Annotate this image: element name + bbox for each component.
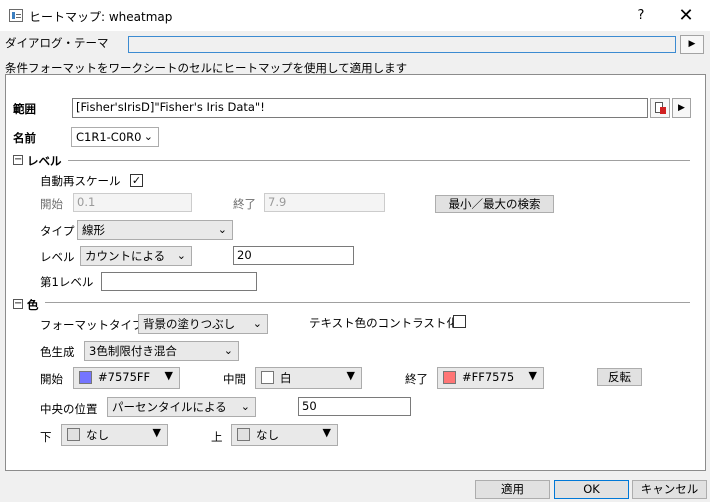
dialog-theme-input[interactable] — [128, 36, 676, 53]
triangle-right-icon: ▶ — [688, 39, 696, 49]
first-level-input[interactable] — [101, 272, 257, 291]
color-generation-combo[interactable]: 3色制限付き混合 ⌄ — [84, 341, 239, 361]
type-combo[interactable]: 線形 ⌄ — [77, 220, 233, 240]
chevron-down-icon: ⌄ — [176, 249, 186, 262]
levels-collapse-icon[interactable]: − — [13, 155, 23, 165]
dialog-theme-label: ダイアログ・テーマ — [5, 36, 109, 50]
triangle-right-icon: ▶ — [678, 103, 685, 113]
find-min-max-button[interactable]: 最小／最大の検索 — [435, 195, 554, 213]
start-color-value: #7575FF — [98, 370, 151, 384]
theme-menu-button[interactable]: ▶ — [680, 35, 704, 54]
window-title: ヒートマップ: wheatmap — [29, 10, 173, 24]
level-end-input[interactable]: 7.9 — [264, 193, 385, 212]
start-color-swatch — [79, 371, 92, 384]
color-mid-label: 中間 — [223, 372, 246, 386]
level-end-label: 終了 — [233, 197, 256, 211]
color-divider — [45, 302, 690, 303]
end-color-combo[interactable]: #FF7575 ▼ — [437, 367, 544, 389]
text-contrast-label: テキスト色のコントラスト化 — [309, 316, 458, 330]
chevron-down-icon: ⌄ — [240, 400, 250, 413]
close-button[interactable]: ✕ — [671, 4, 701, 28]
level-count-input[interactable]: 20 — [233, 246, 354, 265]
above-color-swatch — [237, 428, 250, 441]
above-color-value: なし — [256, 428, 279, 442]
mid-color-combo[interactable]: 白 ▼ — [255, 367, 362, 389]
color-collapse-icon[interactable]: − — [13, 299, 23, 309]
center-mode-value: パーセンタイルによる — [112, 400, 227, 414]
below-color-swatch — [67, 428, 80, 441]
name-value: C1R1-C0R0 — [76, 130, 142, 144]
mid-color-value: 白 — [280, 371, 292, 385]
caret-down-icon: ▼ — [322, 426, 331, 439]
start-color-combo[interactable]: #7575FF ▼ — [73, 367, 180, 389]
chevron-down-icon: ⌄ — [252, 317, 262, 330]
format-type-value: 背景の塗りつぶし — [143, 317, 236, 331]
format-type-combo[interactable]: 背景の塗りつぶし ⌄ — [138, 314, 268, 334]
below-color-value: なし — [86, 428, 109, 442]
first-level-label: 第1レベル — [40, 275, 94, 289]
level-start-label: 開始 — [40, 197, 63, 211]
end-color-value: #FF7575 — [462, 370, 515, 384]
name-combo[interactable]: C1R1-C0R0 ⌄ — [71, 127, 159, 147]
auto-rescale-label: 自動再スケール — [40, 174, 121, 188]
center-value-input[interactable]: 50 — [298, 397, 411, 416]
levels-section-title: レベル — [27, 154, 62, 168]
caret-down-icon: ▼ — [528, 369, 537, 382]
format-type-label: フォーマットタイプ — [40, 318, 144, 332]
below-label: 下 — [40, 430, 52, 444]
caret-down-icon: ▼ — [152, 426, 161, 439]
type-value: 線形 — [82, 223, 105, 237]
level-mode-combo[interactable]: カウントによる ⌄ — [80, 246, 192, 266]
range-input[interactable]: [Fisher'sIrisD]"Fisher's Iris Data"! — [72, 98, 648, 118]
cancel-button[interactable]: キャンセル — [632, 480, 707, 499]
auto-rescale-checkbox[interactable]: ✓ — [130, 174, 143, 187]
select-range-icon[interactable] — [650, 98, 670, 118]
color-section-title: 色 — [27, 298, 39, 312]
range-label: 範囲 — [13, 102, 36, 116]
level-start-input[interactable]: 0.1 — [73, 193, 192, 212]
range-menu-button[interactable]: ▶ — [672, 98, 691, 118]
type-label: タイプ — [40, 224, 75, 238]
heatmap-app-icon — [9, 9, 23, 22]
level-label: レベル — [40, 250, 75, 264]
color-generation-label: 色生成 — [40, 345, 75, 359]
chevron-down-icon: ⌄ — [223, 344, 233, 357]
reverse-colors-button[interactable]: 反転 — [597, 368, 642, 386]
apply-button[interactable]: 適用 — [475, 480, 550, 499]
below-color-combo[interactable]: なし ▼ — [61, 424, 168, 446]
checkmark-icon: ✓ — [131, 174, 142, 187]
chevron-down-icon: ⌄ — [143, 130, 153, 143]
center-position-label: 中央の位置 — [40, 402, 98, 416]
end-color-swatch — [443, 371, 456, 384]
ok-button[interactable]: OK — [554, 480, 629, 499]
caret-down-icon: ▼ — [164, 369, 173, 382]
help-button[interactable]: ? — [630, 5, 652, 27]
level-mode-value: カウントによる — [85, 249, 166, 263]
chevron-down-icon: ⌄ — [217, 223, 227, 236]
mid-color-swatch — [261, 371, 274, 384]
text-contrast-checkbox[interactable] — [453, 315, 466, 328]
caret-down-icon: ▼ — [346, 369, 355, 382]
above-color-combo[interactable]: なし ▼ — [231, 424, 338, 446]
center-mode-combo[interactable]: パーセンタイルによる ⌄ — [107, 397, 256, 417]
color-end-label: 終了 — [405, 372, 428, 386]
name-label: 名前 — [13, 131, 36, 145]
levels-divider — [68, 160, 690, 161]
above-label: 上 — [211, 430, 223, 444]
color-generation-value: 3色制限付き混合 — [89, 344, 177, 358]
color-start-label: 開始 — [40, 372, 63, 386]
